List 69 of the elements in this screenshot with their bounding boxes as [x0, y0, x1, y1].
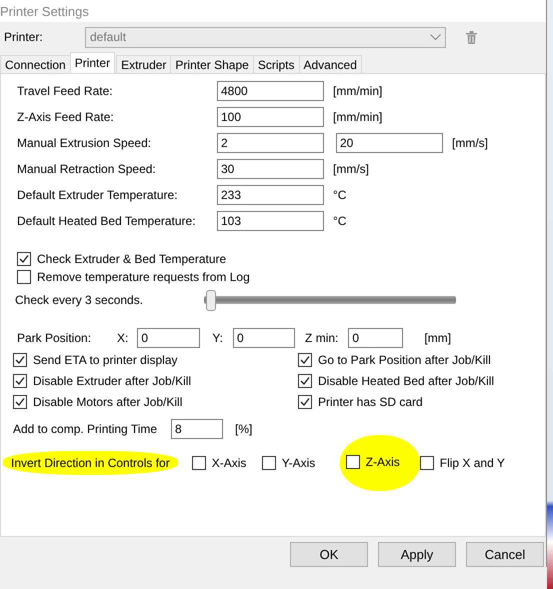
- input-field[interactable]: 4800: [217, 81, 324, 101]
- input-field[interactable]: 233: [217, 185, 324, 205]
- tab[interactable]: Advanced: [298, 55, 362, 73]
- tab[interactable]: Extruder: [116, 55, 172, 73]
- checkbox-label[interactable]: Z-Axis: [366, 455, 400, 469]
- checkbox[interactable]: [17, 252, 31, 266]
- input-field[interactable]: 20: [336, 133, 443, 153]
- checkbox[interactable]: [420, 456, 434, 470]
- checkbox-label[interactable]: Send ETA to printer display: [33, 353, 178, 367]
- tab[interactable]: Scripts: [252, 55, 300, 73]
- input-field[interactable]: 103: [217, 211, 324, 231]
- checkbox[interactable]: [17, 270, 31, 284]
- tab[interactable]: Printer: [70, 52, 116, 73]
- checkbox-label[interactable]: Go to Park Position after Job/Kill: [318, 353, 491, 367]
- axis-label: X:: [117, 331, 128, 345]
- input-field[interactable]: 0: [348, 328, 404, 348]
- input-field[interactable]: 0: [233, 328, 296, 348]
- checkbox[interactable]: [13, 395, 27, 409]
- checkbox-label[interactable]: Flip X and Y: [440, 456, 505, 470]
- unit-label: °C: [333, 214, 346, 228]
- dialog-button[interactable]: Cancel: [466, 542, 544, 566]
- checkbox[interactable]: [13, 374, 27, 388]
- park-position-label: Park Position:: [17, 331, 92, 345]
- checkbox-label[interactable]: X-Axis: [212, 456, 246, 470]
- checkbox-label[interactable]: Y-Axis: [282, 456, 316, 470]
- unit-label: [mm/min]: [333, 110, 382, 124]
- field-label: Default Heated Bed Temperature:: [16, 214, 197, 228]
- dialog-button[interactable]: OK: [290, 542, 368, 566]
- checkbox[interactable]: [298, 374, 312, 388]
- checkbox[interactable]: [192, 456, 206, 470]
- unit-label: [mm/s]: [333, 162, 369, 176]
- checkbox[interactable]: [13, 353, 27, 367]
- unit-label: [mm/min]: [333, 84, 382, 98]
- input-field[interactable]: 2: [217, 133, 324, 153]
- checkbox[interactable]: [262, 456, 276, 470]
- interval-label: Check every 3 seconds.: [15, 293, 144, 307]
- field-label: Manual Extrusion Speed:: [16, 136, 152, 150]
- invert-label: Invert Direction in Controls for: [3, 451, 178, 475]
- input-field[interactable]: 0: [137, 328, 200, 348]
- axis-label: Z min:: [305, 331, 338, 345]
- input-field[interactable]: 30: [217, 159, 324, 179]
- field-label: Manual Retraction Speed:: [16, 162, 157, 176]
- tab[interactable]: Connection: [0, 55, 71, 73]
- checkbox-label[interactable]: Check Extruder & Bed Temperature: [37, 252, 226, 266]
- input-field[interactable]: 100: [217, 107, 324, 127]
- checkbox-label[interactable]: Printer has SD card: [318, 395, 423, 409]
- checkbox-label[interactable]: Disable Extruder after Job/Kill: [33, 374, 192, 388]
- checkbox[interactable]: [346, 455, 360, 469]
- checkbox[interactable]: [298, 395, 312, 409]
- field-label: Z-Axis Feed Rate:: [16, 110, 115, 124]
- slider-thumb[interactable]: [206, 290, 216, 310]
- axis-label: Y:: [212, 331, 224, 345]
- window-title: Printer Settings: [0, 4, 89, 18]
- dialog-button[interactable]: Apply: [378, 542, 456, 566]
- field-label: Default Extruder Temperature:: [16, 188, 179, 202]
- unit-label: °C: [333, 188, 346, 202]
- checkbox-label[interactable]: Disable Heated Bed after Job/Kill: [318, 374, 494, 388]
- unit-label: [%]: [235, 422, 252, 436]
- print-time-label: Add to comp. Printing Time: [13, 422, 158, 436]
- tab[interactable]: Printer Shape: [170, 55, 254, 73]
- slider[interactable]: [204, 290, 456, 310]
- unit-label: [mm/s]: [452, 136, 488, 150]
- input-field[interactable]: 8: [171, 419, 223, 439]
- unit-label: [mm]: [424, 331, 452, 345]
- checkbox-label[interactable]: Disable Motors after Job/Kill: [33, 395, 182, 409]
- field-label: Travel Feed Rate:: [16, 84, 114, 98]
- printer-label: Printer:: [4, 30, 44, 44]
- checkbox[interactable]: [298, 353, 312, 367]
- checkbox-label[interactable]: Remove temperature requests from Log: [37, 270, 250, 284]
